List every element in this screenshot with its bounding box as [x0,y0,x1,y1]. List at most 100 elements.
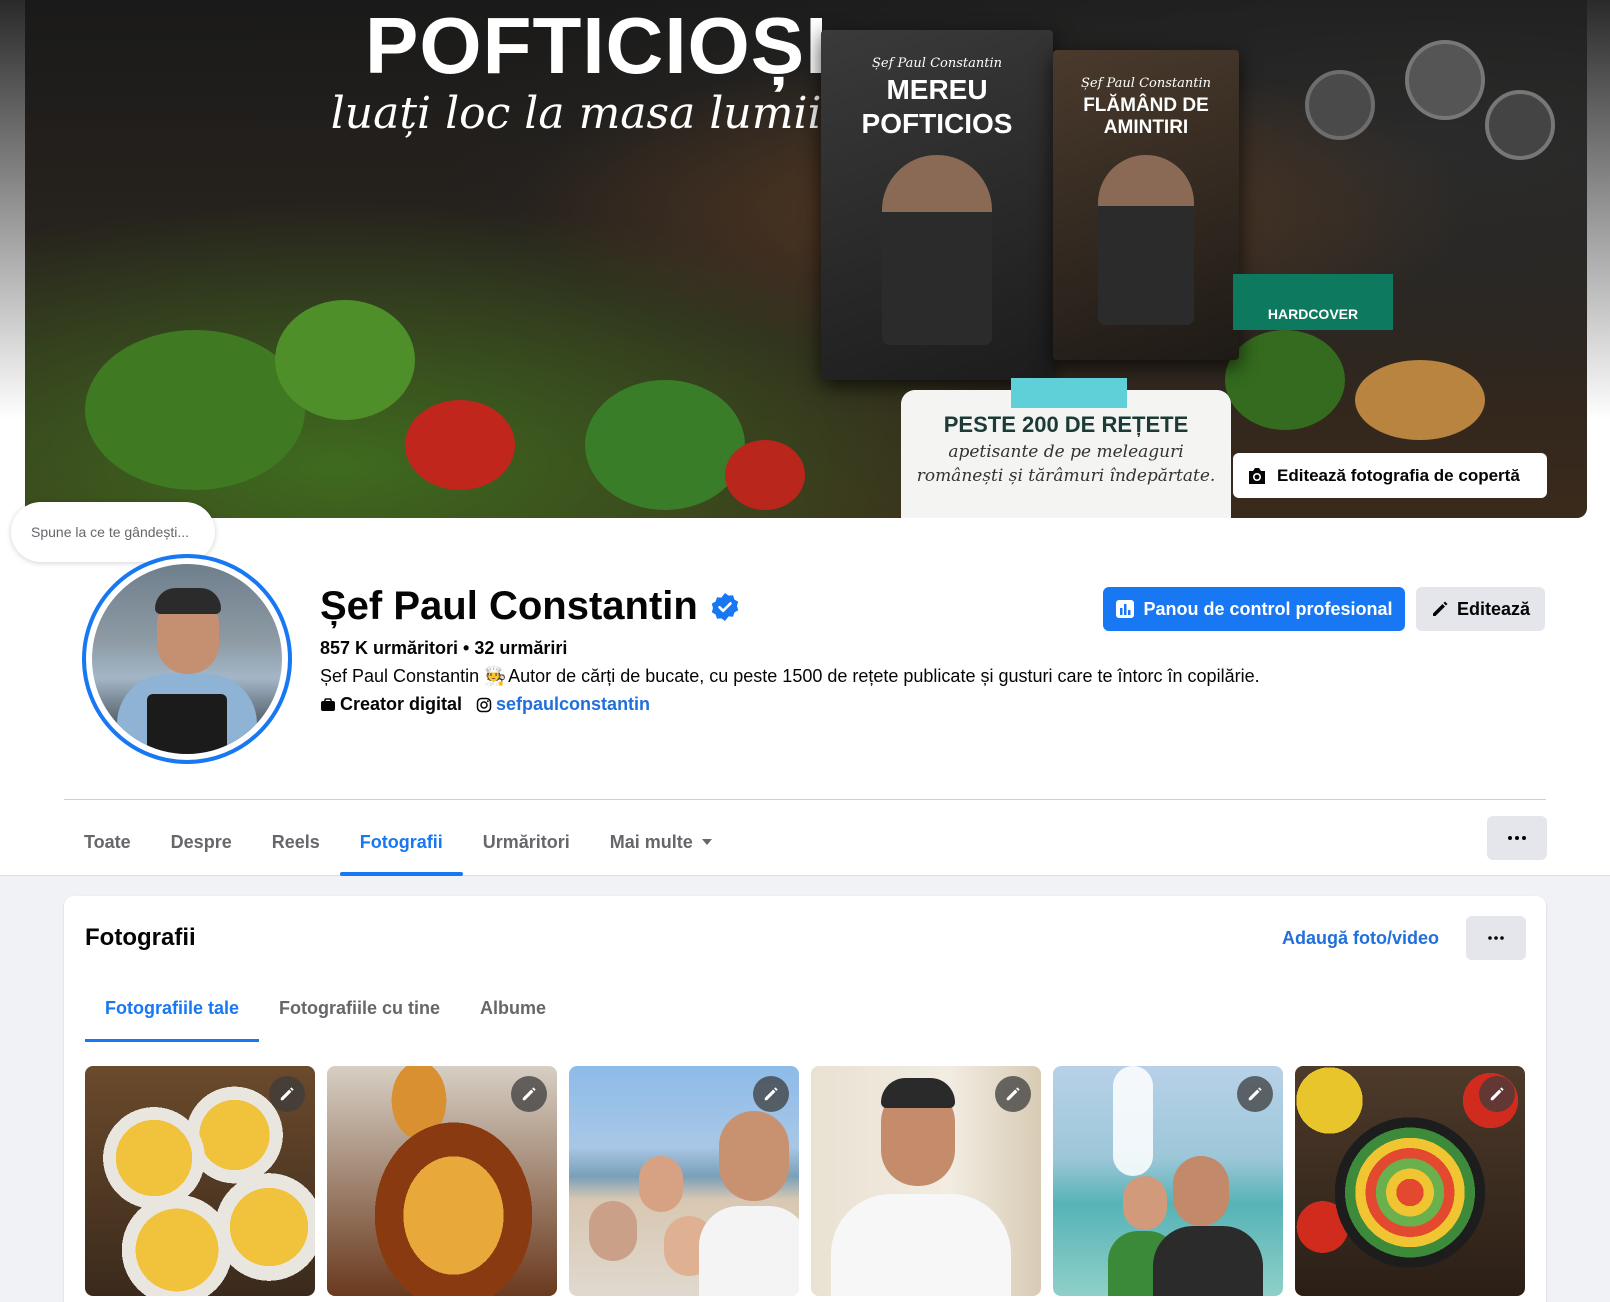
caret-down-icon [701,839,712,845]
person-shape [639,1156,683,1212]
banner-line-2: românești și tărâmuri îndepărtate. [916,466,1216,486]
tab-label: Reels [271,831,320,852]
banner-line-1: apetisante de pe meleaguri [948,442,1184,462]
tomato-decoration [405,400,515,490]
pan-decoration [1405,40,1485,120]
bio-text: Autor de cărți de bucate, cu peste 1500 … [508,666,1260,686]
book-author: Șef Paul Constantin [871,56,1003,71]
person-shape [589,1201,637,1261]
instagram-item[interactable]: sefpaulconstantin [476,694,650,715]
category-item: Creator digital [320,694,462,715]
subtab-albums[interactable]: Albume [460,974,566,1042]
photo-thumbnail-portrait[interactable] [811,1066,1041,1296]
person-shape [719,1111,789,1201]
book-chef-image [1098,155,1194,325]
professional-dashboard-button[interactable]: Panou de control profesional [1103,587,1405,631]
chef-emoji-icon: 🧑‍🍳 [484,666,507,686]
edit-cover-photo-label: Editează fotografia de copertă [1277,465,1520,485]
tab-toate[interactable]: Toate [64,808,151,876]
subtab-photos-of-you[interactable]: Fotografiile cu tine [259,974,460,1042]
book-author: Șef Paul Constantin [1080,76,1212,91]
tab-mai-multe[interactable]: Mai multe [590,808,733,876]
edit-profile-button[interactable]: Editează [1416,587,1545,631]
subtab-label: Fotografiile tale [105,997,240,1018]
book-chef-image [882,155,992,345]
more-dots-icon [1488,936,1504,940]
instagram-icon [476,697,492,712]
photo-thumbnail-fountain[interactable] [1053,1066,1283,1296]
edit-cover-photo-button[interactable]: Editează fotografia de copertă [1233,453,1547,498]
photos-subtabs: Fotografiile tale Fotografiile cu tine A… [85,974,566,1042]
briefcase-icon [321,697,335,711]
cover-subline: luați loc la masa lumii! [330,88,840,139]
subtab-your-photos[interactable]: Fotografiile tale [85,974,260,1042]
photo-thumbnail-family-selfie[interactable] [569,1066,799,1296]
photo-edit-button[interactable] [269,1076,305,1112]
instagram-link[interactable]: sefpaulconstantin [496,694,650,715]
fountain-shape [1113,1066,1153,1176]
photo-thumbnail-salad[interactable] [1295,1066,1525,1296]
chart-icon [1116,600,1135,618]
photos-more-options-button[interactable] [1466,916,1526,960]
subtab-label: Albume [480,997,547,1018]
person-shape [1173,1156,1229,1226]
photo-thumbnail-custard[interactable] [85,1066,315,1296]
subtab-label: Fotografiile cu tine [279,997,441,1018]
book-title: FLĂMÂND DE AMINTIRI [1083,95,1209,138]
photo-edit-button[interactable] [1479,1076,1515,1112]
profile-more-options-button[interactable] [1487,816,1547,860]
profile-bio: Șef Paul Constantin 🧑‍🍳 Autor de cărți d… [320,666,1260,687]
photo-thumbnail-flan[interactable] [327,1066,557,1296]
photos-card-title: Fotografii [85,924,196,951]
tab-label: Toate [84,831,131,852]
more-dots-icon [1508,836,1526,840]
hardcover-badge: HARDCOVER [1233,274,1393,330]
profile-header: POFTICIOȘI, luați loc la masa lumii! Șef… [0,0,1610,876]
tab-despre[interactable]: Despre [151,808,252,876]
photo-edit-button[interactable] [753,1076,789,1112]
tab-reels[interactable]: Reels [252,808,340,876]
vegetables-decoration [275,300,415,420]
add-photo-video-link[interactable]: Adaugă foto/video [1282,928,1439,949]
tab-label: Fotografii [359,831,443,852]
cover-photo[interactable]: POFTICIOȘI, luați loc la masa lumii! Șef… [25,0,1587,518]
photo-edit-button[interactable] [1237,1076,1273,1112]
pencil-icon [280,1087,294,1101]
vegetables-decoration [85,330,305,490]
book-title-line1: MEREU [886,74,988,105]
tab-label: Mai multe [609,831,693,852]
edit-profile-label: Editează [1456,598,1531,619]
book-mereu-pofticios: Șef Paul Constantin MEREU POFTICIOS [821,30,1053,380]
pencil-icon [1490,1087,1504,1101]
person-shape [831,1194,1011,1296]
header-divider [64,799,1546,800]
bio-name: Șef Paul Constantin [320,666,480,686]
verified-badge-icon[interactable] [710,592,740,622]
professional-dashboard-label: Panou de control profesional [1143,598,1393,619]
pencil-icon [1248,1087,1262,1101]
bread-decoration [1355,360,1485,440]
person-shape [1153,1226,1263,1296]
avatar-apron [147,694,227,754]
pan-decoration [1305,70,1375,140]
person-shape [1123,1176,1167,1230]
follow-stats[interactable]: 857 K urmăritori • 32 urmăriri [320,638,567,659]
tab-urmaritori[interactable]: Urmăritori [463,808,590,876]
status-prompt-text: Spune la ce te gândești... [31,524,189,540]
pencil-icon [522,1087,536,1101]
recipes-banner: PESTE 200 DE REȚETE apetisante de pe mel… [901,378,1231,518]
category-label: Creator digital [340,694,463,714]
banner-title: PESTE 200 DE REȚETE [943,412,1189,437]
profile-name-text: Șef Paul Constantin [320,584,698,628]
tomato-decoration [725,440,805,510]
profile-tabs: Toate Despre Reels Fotografii Urmăritori… [64,808,733,876]
tab-fotografii[interactable]: Fotografii [339,808,463,876]
pan-decoration [1485,90,1555,160]
photo-edit-button[interactable] [995,1076,1031,1112]
status-prompt-bubble[interactable]: Spune la ce te gândești... [11,502,215,562]
herbs-decoration [1225,330,1345,430]
photos-card: Fotografii Adaugă foto/video Fotografiil… [64,896,1546,1302]
profile-avatar[interactable] [92,564,282,754]
photo-edit-button[interactable] [511,1076,547,1112]
banner-tape [1011,378,1127,408]
